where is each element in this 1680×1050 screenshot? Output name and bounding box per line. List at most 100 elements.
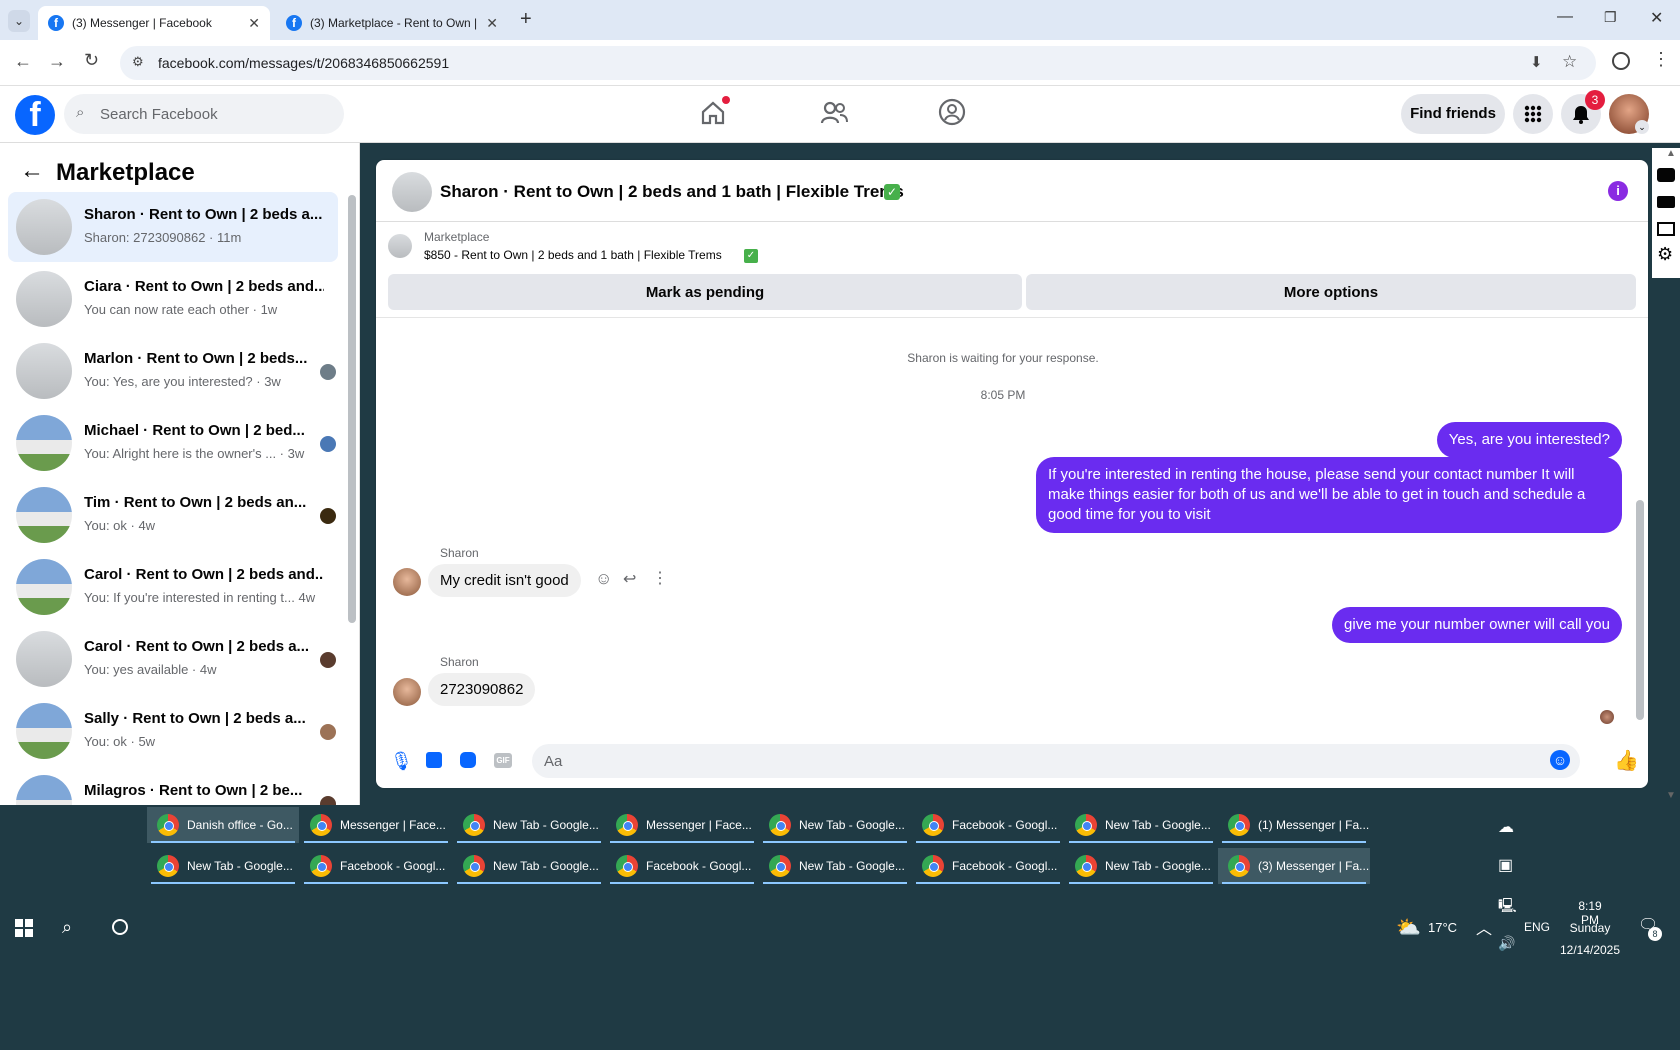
friends-icon[interactable] — [820, 100, 848, 131]
meet-now-icon[interactable]: ▣ — [1498, 855, 1513, 875]
chat-scrollbar[interactable] — [1636, 500, 1644, 720]
taskbar-window-button[interactable]: New Tab - Google... — [759, 807, 911, 843]
language-indicator[interactable]: ENG — [1524, 920, 1550, 934]
taskbar-window-button[interactable]: (1) Messenger | Fa... — [1218, 807, 1370, 843]
seen-avatar — [320, 796, 336, 805]
chat-listing-avatar[interactable] — [392, 172, 432, 212]
clock-date[interactable]: 12/14/2025 — [1558, 943, 1622, 957]
conversation-item[interactable]: Carol · Rent to Own | 2 beds and... You:… — [8, 552, 338, 622]
close-tab-icon[interactable]: ✕ — [486, 15, 498, 32]
message-outgoing[interactable]: If you're interested in renting the hous… — [1036, 457, 1622, 533]
tab-messenger[interactable]: f (3) Messenger | Facebook ✕ — [38, 6, 270, 40]
reply-icon[interactable]: ↩ — [623, 569, 636, 589]
sender-avatar[interactable] — [393, 568, 421, 596]
listing-title[interactable]: $850 - Rent to Own | 2 beds and 1 bath |… — [424, 248, 722, 262]
photo-icon[interactable] — [426, 752, 442, 768]
page-scroll-down-icon[interactable]: ▼ — [1666, 790, 1676, 801]
taskbar-window-button[interactable]: Facebook - Googl... — [606, 848, 758, 884]
taskbar-window-button[interactable]: New Tab - Google... — [453, 848, 605, 884]
conversation-item[interactable]: Tim · Rent to Own | 2 beds an... You: ok… — [8, 480, 338, 550]
groups-icon[interactable] — [938, 98, 966, 131]
conversation-item[interactable]: Marlon · Rent to Own | 2 beds... You: Ye… — [8, 336, 338, 406]
taskbar-window-button[interactable]: New Tab - Google... — [147, 848, 299, 884]
profile-icon[interactable] — [1612, 52, 1630, 70]
conversation-item[interactable]: Ciara · Rent to Own | 2 beds and... You … — [8, 264, 338, 334]
forward-icon[interactable]: → — [48, 51, 66, 72]
site-info-icon[interactable]: ⚙ — [132, 54, 144, 70]
back-arrow-icon[interactable]: ← — [20, 157, 44, 185]
search-icon[interactable]: ⌕ — [62, 917, 72, 938]
conversation-item[interactable]: Carol · Rent to Own | 2 beds a... You: y… — [8, 624, 338, 694]
network-icon[interactable]: 🖳 — [1498, 895, 1517, 919]
cortana-icon[interactable] — [112, 919, 128, 935]
conversation-item[interactable]: Sharon · Rent to Own | 2 beds a... Sharo… — [8, 192, 338, 262]
taskbar-window-button[interactable]: Messenger | Face... — [606, 807, 758, 843]
listing-thumbnail[interactable] — [388, 234, 412, 258]
more-options-button[interactable]: More options — [1026, 274, 1636, 310]
taskbar-window-button[interactable]: Facebook - Googl... — [912, 807, 1064, 843]
tab-search-button[interactable]: ⌄ — [8, 10, 30, 32]
chevron-up-icon[interactable]: ︿ — [1476, 915, 1492, 939]
account-avatar[interactable]: ⌄ — [1609, 94, 1649, 134]
gif-icon[interactable]: GIF — [494, 753, 512, 768]
tab-marketplace[interactable]: f (3) Marketplace - Rent to Own | ✕ — [276, 6, 508, 40]
conversation-item[interactable]: Sally · Rent to Own | 2 beds a... You: o… — [8, 696, 338, 766]
mark-pending-button[interactable]: Mark as pending — [388, 274, 1022, 310]
onedrive-icon[interactable]: ☁ — [1498, 817, 1514, 837]
taskbar-window-button[interactable]: (3) Messenger | Fa... — [1218, 848, 1370, 884]
notifications-bell-icon[interactable]: 3 — [1561, 90, 1605, 134]
bookmark-star-icon[interactable]: ☆ — [1562, 52, 1577, 72]
close-icon[interactable]: ✕ — [1650, 8, 1663, 28]
message-incoming[interactable]: My credit isn't good — [428, 564, 581, 597]
message-incoming[interactable]: 2723090862 — [428, 673, 536, 706]
info-icon[interactable]: i — [1608, 181, 1628, 201]
taskbar-window-button[interactable]: New Tab - Google... — [759, 848, 911, 884]
find-friends-button[interactable]: Find friends — [1401, 94, 1505, 134]
message-outgoing[interactable]: give me your number owner will call you — [1332, 607, 1622, 643]
taskbar-window-button[interactable]: Danish office - Go... — [147, 807, 299, 843]
sender-avatar[interactable] — [393, 678, 421, 706]
emoji-icon[interactable]: ☺ — [1550, 750, 1570, 770]
thumbs-up-icon[interactable]: 👍 — [1614, 748, 1639, 773]
message-input[interactable]: Aa ☺ — [532, 744, 1580, 778]
taskbar-window-button[interactable]: New Tab - Google... — [1065, 848, 1217, 884]
home-icon[interactable] — [700, 96, 730, 126]
react-emoji-icon[interactable]: ☺ — [595, 569, 612, 589]
url-field[interactable]: ⚙ facebook.com/messages/t/20683468506625… — [120, 46, 1596, 80]
restore-icon[interactable]: ❐ — [1604, 9, 1617, 26]
reload-icon[interactable]: ↻ — [84, 50, 99, 71]
page-scroll-up-icon[interactable]: ▲ — [1666, 148, 1676, 159]
conversation-item[interactable]: Milagros · Rent to Own | 2 be... — [8, 768, 338, 805]
clock-day[interactable]: Sunday — [1566, 921, 1614, 935]
taskbar-window-button[interactable]: New Tab - Google... — [453, 807, 605, 843]
taskbar-window-button[interactable]: Facebook - Googl... — [300, 848, 452, 884]
menu-kebab-icon[interactable]: ⋮ — [1652, 49, 1670, 70]
weather-temp[interactable]: 17°C — [1428, 920, 1457, 935]
facebook-logo-icon[interactable]: f — [15, 95, 55, 135]
windows-start-icon[interactable] — [15, 919, 33, 942]
weather-icon[interactable]: ⛅ — [1396, 915, 1421, 940]
new-tab-button[interactable]: + — [520, 8, 532, 31]
sender-name: Sharon — [440, 655, 479, 669]
search-input[interactable]: ⌕ Search Facebook — [64, 94, 344, 134]
conversation-item[interactable]: Michael · Rent to Own | 2 bed... You: Al… — [8, 408, 338, 478]
volume-icon[interactable]: 🔊 — [1498, 935, 1515, 952]
windows-icon[interactable] — [1657, 222, 1675, 236]
more-actions-icon[interactable]: ⋮ — [652, 568, 668, 588]
video-icon[interactable] — [1657, 196, 1675, 208]
minimize-icon[interactable]: — — [1557, 8, 1573, 26]
message-outgoing[interactable]: Yes, are you interested? — [1436, 422, 1622, 458]
taskbar-window-button[interactable]: Messenger | Face... — [300, 807, 452, 843]
close-tab-icon[interactable]: ✕ — [248, 15, 260, 32]
microphone-icon[interactable]: 🎙 — [390, 751, 413, 772]
taskbar-window-button[interactable]: New Tab - Google... — [1065, 807, 1217, 843]
gear-icon[interactable]: ⚙ — [1657, 244, 1673, 265]
sticker-icon[interactable] — [460, 752, 476, 768]
taskbar-window-button[interactable]: Facebook - Googl... — [912, 848, 1064, 884]
install-icon[interactable]: ⬇ — [1530, 53, 1543, 71]
chat-title[interactable]: Sharon · Rent to Own | 2 beds and 1 bath… — [440, 182, 904, 202]
back-icon[interactable]: ← — [14, 51, 32, 72]
menu-grid-icon[interactable] — [1513, 94, 1553, 134]
sidebar-scrollbar[interactable] — [348, 195, 356, 623]
camera-icon[interactable] — [1657, 168, 1675, 182]
